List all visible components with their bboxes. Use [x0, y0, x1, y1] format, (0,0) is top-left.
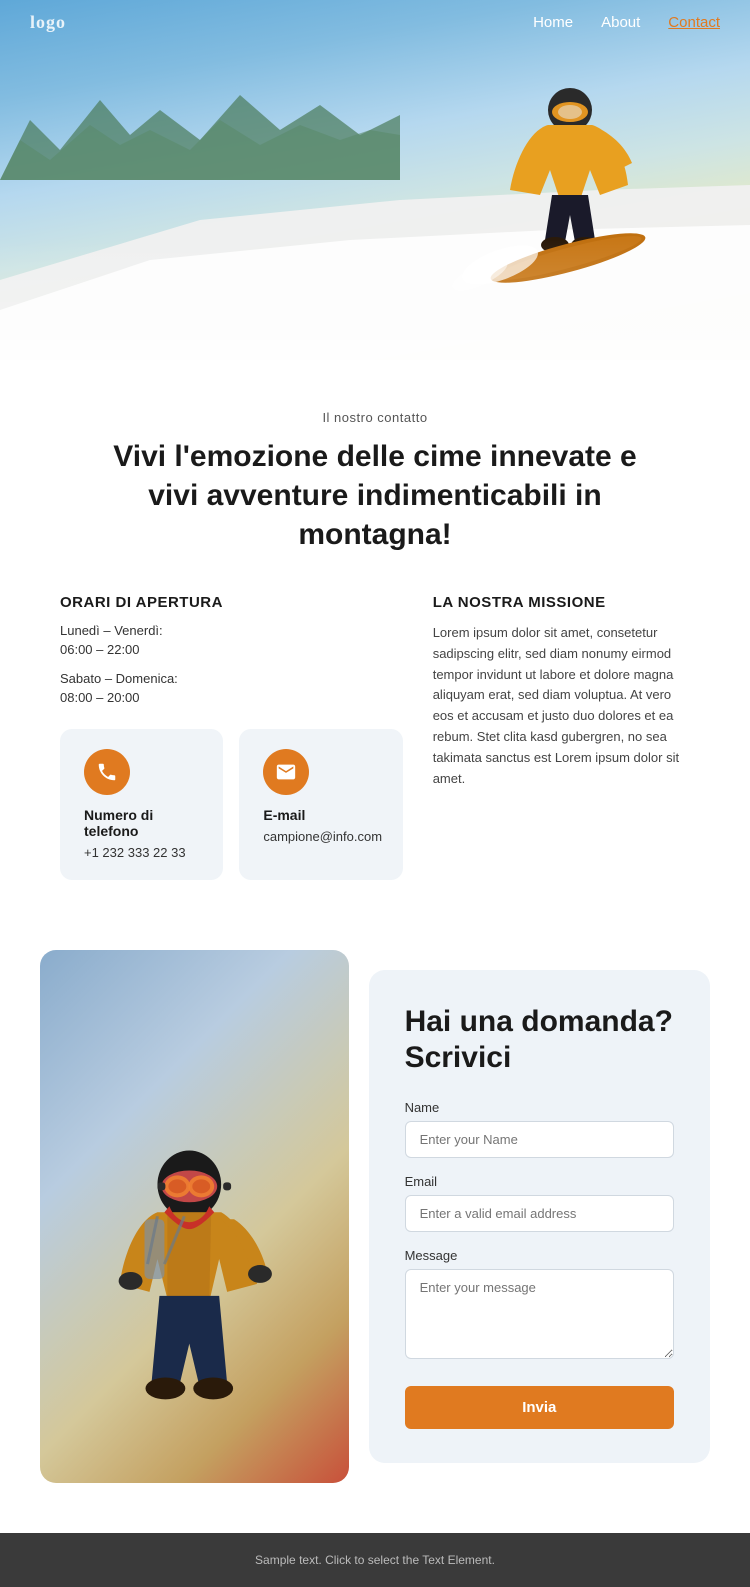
hero-section	[0, 0, 750, 360]
form-image-col	[40, 950, 349, 1483]
nav-home[interactable]: Home	[533, 14, 573, 31]
weekday-hours: 06:00 – 22:00	[60, 642, 403, 657]
weekend-block: Sabato – Domenica: 08:00 – 20:00	[60, 671, 403, 705]
weekend-label: Sabato – Domenica:	[60, 671, 403, 686]
contact-cards: Numero di telefono +1 232 333 22 33 E-ma…	[60, 729, 403, 880]
form-title: Hai una domanda?Scrivici	[405, 1004, 674, 1076]
phone-card: Numero di telefono +1 232 333 22 33	[60, 729, 223, 880]
hours-title: ORARI DI APERTURA	[60, 594, 403, 611]
winter-person-svg	[40, 950, 349, 1483]
mission-title: LA NOSTRA MISSIONE	[433, 594, 690, 611]
phone-card-icon	[84, 749, 130, 795]
contact-section: Il nostro contatto Vivi l'emozione delle…	[0, 360, 750, 950]
weekday-label: Lunedì – Venerdì:	[60, 623, 403, 638]
navbar: logo Home About Contact	[0, 0, 750, 45]
phone-card-value: +1 232 333 22 33	[84, 845, 199, 860]
email-label: Email	[405, 1174, 674, 1189]
message-textarea[interactable]	[405, 1269, 674, 1359]
email-card-icon	[263, 749, 309, 795]
phone-card-title: Numero di telefono	[84, 807, 199, 839]
hours-col: ORARI DI APERTURA Lunedì – Venerdì: 06:0…	[60, 594, 403, 880]
weekend-hours: 08:00 – 20:00	[60, 690, 403, 705]
hero-overlay	[0, 240, 750, 360]
email-card-value: campione@info.com	[263, 829, 378, 844]
weekday-block: Lunedì – Venerdì: 06:00 – 22:00	[60, 623, 403, 657]
form-col: Hai una domanda?Scrivici Name Email Mess…	[369, 970, 710, 1463]
nav-about[interactable]: About	[601, 14, 640, 31]
mission-col: LA NOSTRA MISSIONE Lorem ipsum dolor sit…	[433, 594, 690, 880]
hero-background	[0, 0, 750, 360]
info-grid: ORARI DI APERTURA Lunedì – Venerdì: 06:0…	[60, 594, 690, 880]
message-field: Message	[405, 1248, 674, 1364]
nav-links: Home About Contact	[533, 14, 720, 32]
email-field: Email	[405, 1174, 674, 1232]
email-card: E-mail campione@info.com	[239, 729, 402, 880]
email-card-title: E-mail	[263, 807, 378, 823]
email-input[interactable]	[405, 1195, 674, 1232]
contact-headline: Vivi l'emozione delle cime innevate e vi…	[85, 437, 665, 554]
nav-logo: logo	[30, 12, 66, 33]
email-icon	[275, 761, 297, 783]
name-label: Name	[405, 1100, 674, 1115]
name-field: Name	[405, 1100, 674, 1158]
submit-button[interactable]: Invia	[405, 1386, 674, 1429]
footer-text: Sample text. Click to select the Text El…	[40, 1553, 710, 1567]
form-section: Hai una domanda?Scrivici Name Email Mess…	[0, 950, 750, 1533]
footer: Sample text. Click to select the Text El…	[0, 1533, 750, 1587]
mission-text: Lorem ipsum dolor sit amet, consetetur s…	[433, 623, 690, 789]
nav-contact[interactable]: Contact	[668, 14, 720, 31]
contact-label: Il nostro contatto	[60, 410, 690, 425]
phone-icon	[96, 761, 118, 783]
name-input[interactable]	[405, 1121, 674, 1158]
message-label: Message	[405, 1248, 674, 1263]
